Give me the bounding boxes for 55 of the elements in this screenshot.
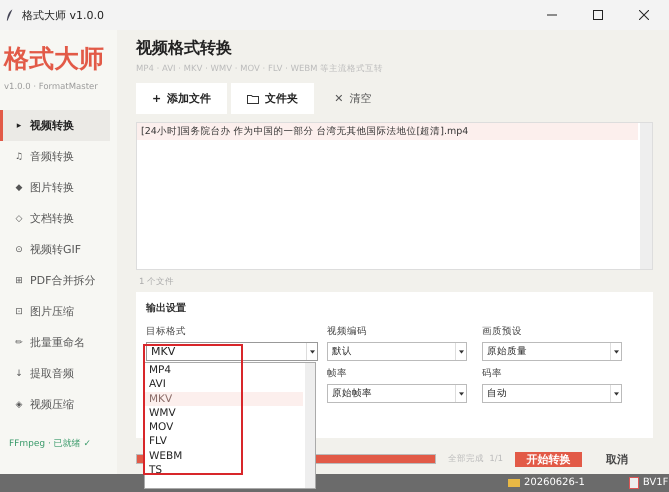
caret-icon [310,350,314,354]
file-count: 1 个文件 [139,276,176,288]
caret-icon [614,350,618,354]
section-title: 输出设置 [146,302,187,315]
format-option[interactable]: TS [145,463,303,478]
caret-icon [458,350,464,354]
format-option[interactable]: MOV [145,420,303,434]
add-file-button[interactable]: + 添加文件 [136,83,228,114]
caret-icon [614,392,618,396]
maximize-icon[interactable] [593,10,603,20]
format-option[interactable]: MP4 [145,363,303,378]
sidebar-item[interactable]: ♫ 音频转换 [0,141,110,172]
scrollbar[interactable] [640,123,652,269]
clear-button[interactable]: ✕ 清空 [318,83,388,114]
feather-icon [6,9,14,21]
sidebar-item[interactable]: ◈ 视频压缩 [0,389,110,420]
sidebar-item[interactable]: ◆ 图片转换 [0,172,110,203]
format-option[interactable]: WMV [145,406,303,420]
dropdown[interactable]: MKV [146,342,318,361]
sidebar-item[interactable]: ✏ 批量重命名 [0,327,110,358]
file-row[interactable]: [24小时]国务院台办 作为中国的一部分 台湾无其他国际法地位[超清].mp4 [137,123,638,140]
folder-button[interactable]: 文件夹 [231,83,314,114]
field-label: 帧率 [327,367,348,380]
dropdown[interactable]: 自动 [482,384,622,403]
folder-icon [247,94,260,104]
sidebar-item[interactable]: ▸ 视频转换 [0,110,110,141]
sidebar-item[interactable]: ⊡ 图片压缩 [0,296,110,327]
dropdown[interactable]: 原始质量 [482,342,622,361]
dropdown[interactable]: 默认 [327,342,467,361]
format-option[interactable]: AVI [145,377,303,392]
desktop-item-label[interactable]: 20260626-1 [524,477,585,489]
caret-icon [458,392,464,396]
window-title: 格式大师 v1.0.0 [22,8,104,22]
field-label: 码率 [482,367,503,380]
format-option[interactable]: MKV [145,392,303,406]
field-label: 画质预设 [482,325,523,338]
desktop-item-label[interactable]: BV1F [642,477,668,489]
page-title: 视频格式转换 [136,38,233,58]
sidebar-item[interactable]: ⊞ PDF合并拆分 [0,265,110,296]
start-button[interactable]: 开始转换 [515,452,582,466]
sidebar-item[interactable]: ↓ 提取音频 [0,358,110,389]
field-label: 目标格式 [146,325,187,338]
sidebar-item[interactable]: ◇ 文档转换 [0,203,110,234]
scrollbar[interactable] [305,363,315,488]
file-icon[interactable] [628,477,639,489]
sidebar-item[interactable]: ⊙ 视频转GIF [0,234,110,265]
dropdown[interactable]: 原始帧率 [327,384,467,403]
cancel-button[interactable]: 取消 [600,450,634,468]
status-text: FFmpeg · 已就绪 ✓ [9,438,92,450]
format-option[interactable]: WEBM [145,448,303,464]
version-text: v1.0.0 · FormatMaster [4,82,99,92]
app-logo: 格式大师 [4,43,105,75]
format-option[interactable]: FLV [145,434,303,449]
field-label: 视频编码 [327,325,368,338]
close-icon[interactable] [639,10,649,20]
